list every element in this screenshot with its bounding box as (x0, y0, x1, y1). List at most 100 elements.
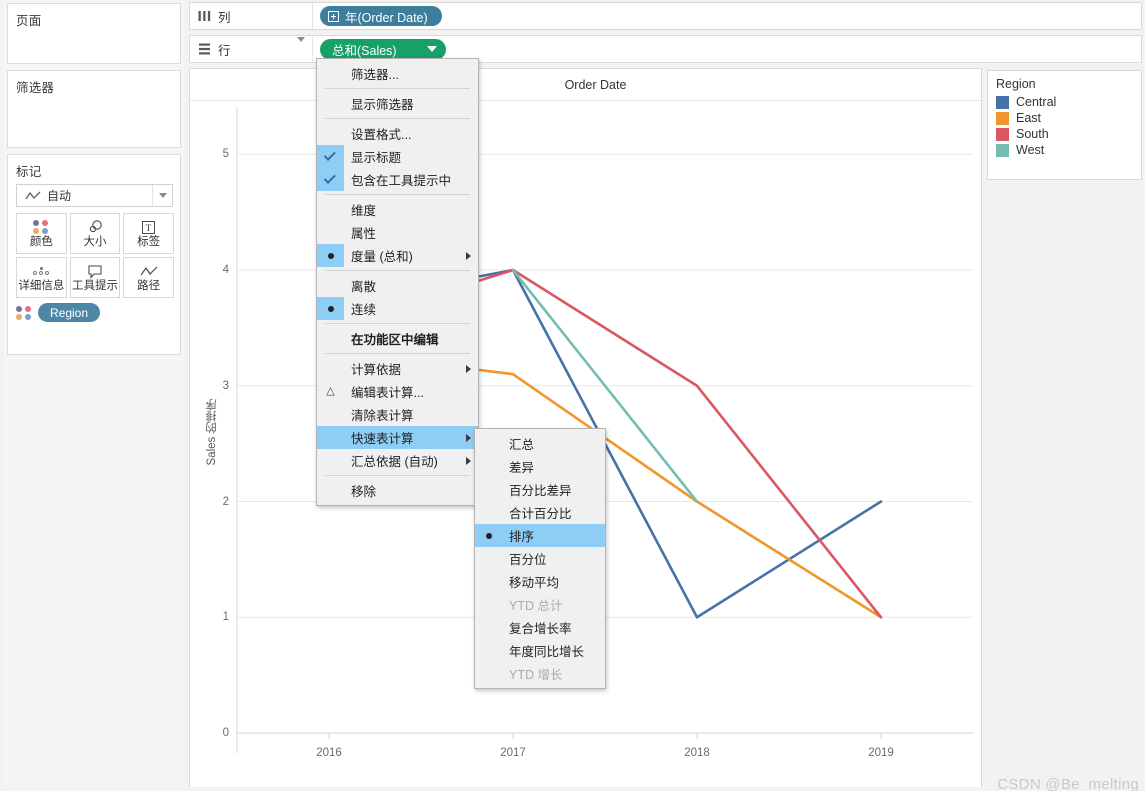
menu-item-gutter (317, 198, 344, 221)
marks-pill-row: Region (16, 303, 101, 322)
menu-item[interactable]: 显示标题 (317, 145, 478, 168)
menu-separator (325, 353, 470, 354)
legend-swatch (996, 127, 1009, 141)
chevron-down-icon[interactable] (297, 37, 305, 56)
menu-item[interactable]: 离散 (317, 274, 478, 297)
rows-shelf-content[interactable]: 总和(Sales) (313, 38, 1141, 60)
submenu-item[interactable]: 排序 (475, 524, 605, 547)
marks-button-size-label: 大小 (83, 235, 107, 248)
menu-item[interactable]: 度量 (总和) (317, 244, 478, 267)
color-dots-icon (33, 219, 49, 236)
legend-item[interactable]: Central (988, 94, 1141, 110)
marks-button-size[interactable]: 大小 (69, 213, 121, 254)
submenu-item[interactable]: 汇总 (475, 432, 605, 455)
marks-pill-region[interactable]: Region (38, 303, 101, 322)
submenu-item: YTD 增长 (475, 662, 605, 685)
submenu-item-label: 汇总 (509, 438, 535, 452)
marks-button-label-label: 标签 (137, 235, 161, 248)
menu-item[interactable]: 计算依据 (317, 357, 478, 380)
pill-year-order-date[interactable]: 年(Order Date) (320, 6, 442, 26)
legend-item[interactable]: West (988, 142, 1141, 158)
menu-separator (325, 475, 470, 476)
menu-item[interactable]: 包含在工具提示中 (317, 168, 478, 191)
marks-card: 标记 自动 颜色 大小 T 标签 详细信息 工具提示 路径 Region (7, 154, 181, 355)
menu-item-label: 编辑表计算... (351, 386, 424, 400)
menu-item[interactable]: 连续 (317, 297, 478, 320)
pill-sum-sales[interactable]: 总和(Sales) (320, 38, 446, 60)
menu-item[interactable]: 属性 (317, 221, 478, 244)
menu-separator (325, 194, 470, 195)
menu-item[interactable]: 维度 (317, 198, 478, 221)
expand-plus-icon[interactable] (328, 10, 339, 22)
menu-item[interactable]: 清除表计算 (317, 403, 478, 426)
quick-table-calculation-submenu[interactable]: 汇总 差异 百分比差异 合计百分比 排序 百分位 移动平均 YTD 总计 复合增长率 年度同比增长… (474, 428, 606, 689)
marks-buttons: 颜色 大小 T 标签 详细信息 工具提示 路径 (16, 213, 174, 298)
legend-item-label: South (1016, 127, 1049, 141)
field-context-menu[interactable]: 筛选器... 显示筛选器设置格式... 显示标题包含在工具提示中维度 属性 度量 (总和… (316, 58, 479, 506)
marks-button-label[interactable]: T 标签 (123, 213, 174, 254)
submenu-item[interactable]: 差异 (475, 455, 605, 478)
submenu-item-gutter (475, 616, 502, 639)
submenu-item[interactable]: 年度同比增长 (475, 639, 605, 662)
columns-shelf-content[interactable]: 年(Order Date) (313, 6, 1141, 26)
menu-item-label: 包含在工具提示中 (351, 174, 452, 188)
menu-item[interactable]: 筛选器... (317, 62, 478, 85)
menu-item[interactable]: 移除 (317, 479, 478, 502)
menu-item[interactable]: 汇总依据 (自动) (317, 449, 478, 472)
marks-button-detail[interactable]: 详细信息 (16, 257, 67, 298)
legend-item[interactable]: East (988, 110, 1141, 126)
marks-button-path[interactable]: 路径 (123, 257, 174, 298)
marks-button-color[interactable]: 颜色 (16, 213, 67, 254)
submenu-item[interactable]: 移动平均 (475, 570, 605, 593)
menu-item[interactable]: △ 编辑表计算... (317, 380, 478, 403)
submenu-item-gutter (475, 639, 502, 662)
menu-item-label: 离散 (351, 280, 377, 294)
menu-item-label: 汇总依据 (自动) (351, 455, 438, 469)
menu-item-label: 清除表计算 (351, 409, 414, 423)
menu-item-gutter (317, 357, 344, 380)
submenu-item-gutter (475, 593, 502, 616)
columns-shelf[interactable]: 列 年(Order Date) (189, 2, 1142, 30)
submenu-item[interactable]: 百分位 (475, 547, 605, 570)
columns-shelf-text: 列 (218, 10, 231, 25)
chevron-down-icon[interactable] (152, 185, 172, 206)
filters-card-title: 筛选器 (16, 81, 55, 95)
menu-item-label: 快速表计算 (351, 432, 414, 446)
triangle-icon: △ (326, 385, 335, 397)
legend-items: Central East South West (988, 94, 1141, 158)
submenu-arrow-icon (466, 364, 471, 373)
menu-item[interactable]: 在功能区中编辑 (317, 327, 478, 350)
marks-card-title: 标记 (16, 165, 42, 179)
menu-item-label: 显示标题 (351, 151, 402, 165)
submenu-item-label: 百分比差异 (509, 484, 572, 498)
submenu-item-label: 移动平均 (509, 576, 560, 590)
menu-item-gutter (317, 327, 344, 350)
submenu-item-gutter (475, 662, 502, 685)
legend-item-label: East (1016, 111, 1042, 125)
submenu-item-label: 排序 (509, 530, 535, 544)
marks-button-tooltip[interactable]: 工具提示 (69, 257, 121, 298)
size-circles-icon (86, 219, 104, 236)
marks-type-select[interactable]: 自动 (16, 184, 173, 207)
submenu-item-gutter (475, 547, 502, 570)
legend-item[interactable]: South (988, 126, 1141, 142)
text-label-icon: T (141, 219, 156, 236)
menu-item-gutter (317, 274, 344, 297)
menu-item[interactable]: 显示筛选器 (317, 92, 478, 115)
menu-separator (325, 270, 470, 271)
submenu-item-label: 百分位 (509, 553, 547, 567)
submenu-item-label: YTD 增长 (509, 668, 563, 682)
x-tick-label: 2017 (500, 747, 526, 759)
x-tick-label: 2019 (868, 747, 894, 759)
submenu-item[interactable]: 复合增长率 (475, 616, 605, 639)
submenu-item[interactable]: 百分比差异 (475, 478, 605, 501)
column-header-title: Order Date (190, 69, 983, 101)
x-tick-label: 2016 (316, 747, 342, 759)
pill-dropdown-caret-icon[interactable] (426, 46, 437, 52)
rows-icon (198, 43, 211, 55)
y-tick-label: 1 (222, 611, 229, 624)
submenu-item[interactable]: 合计百分比 (475, 501, 605, 524)
legend-item-label: Central (1016, 95, 1057, 109)
menu-item[interactable]: 快速表计算 (317, 426, 478, 449)
menu-item[interactable]: 设置格式... (317, 122, 478, 145)
